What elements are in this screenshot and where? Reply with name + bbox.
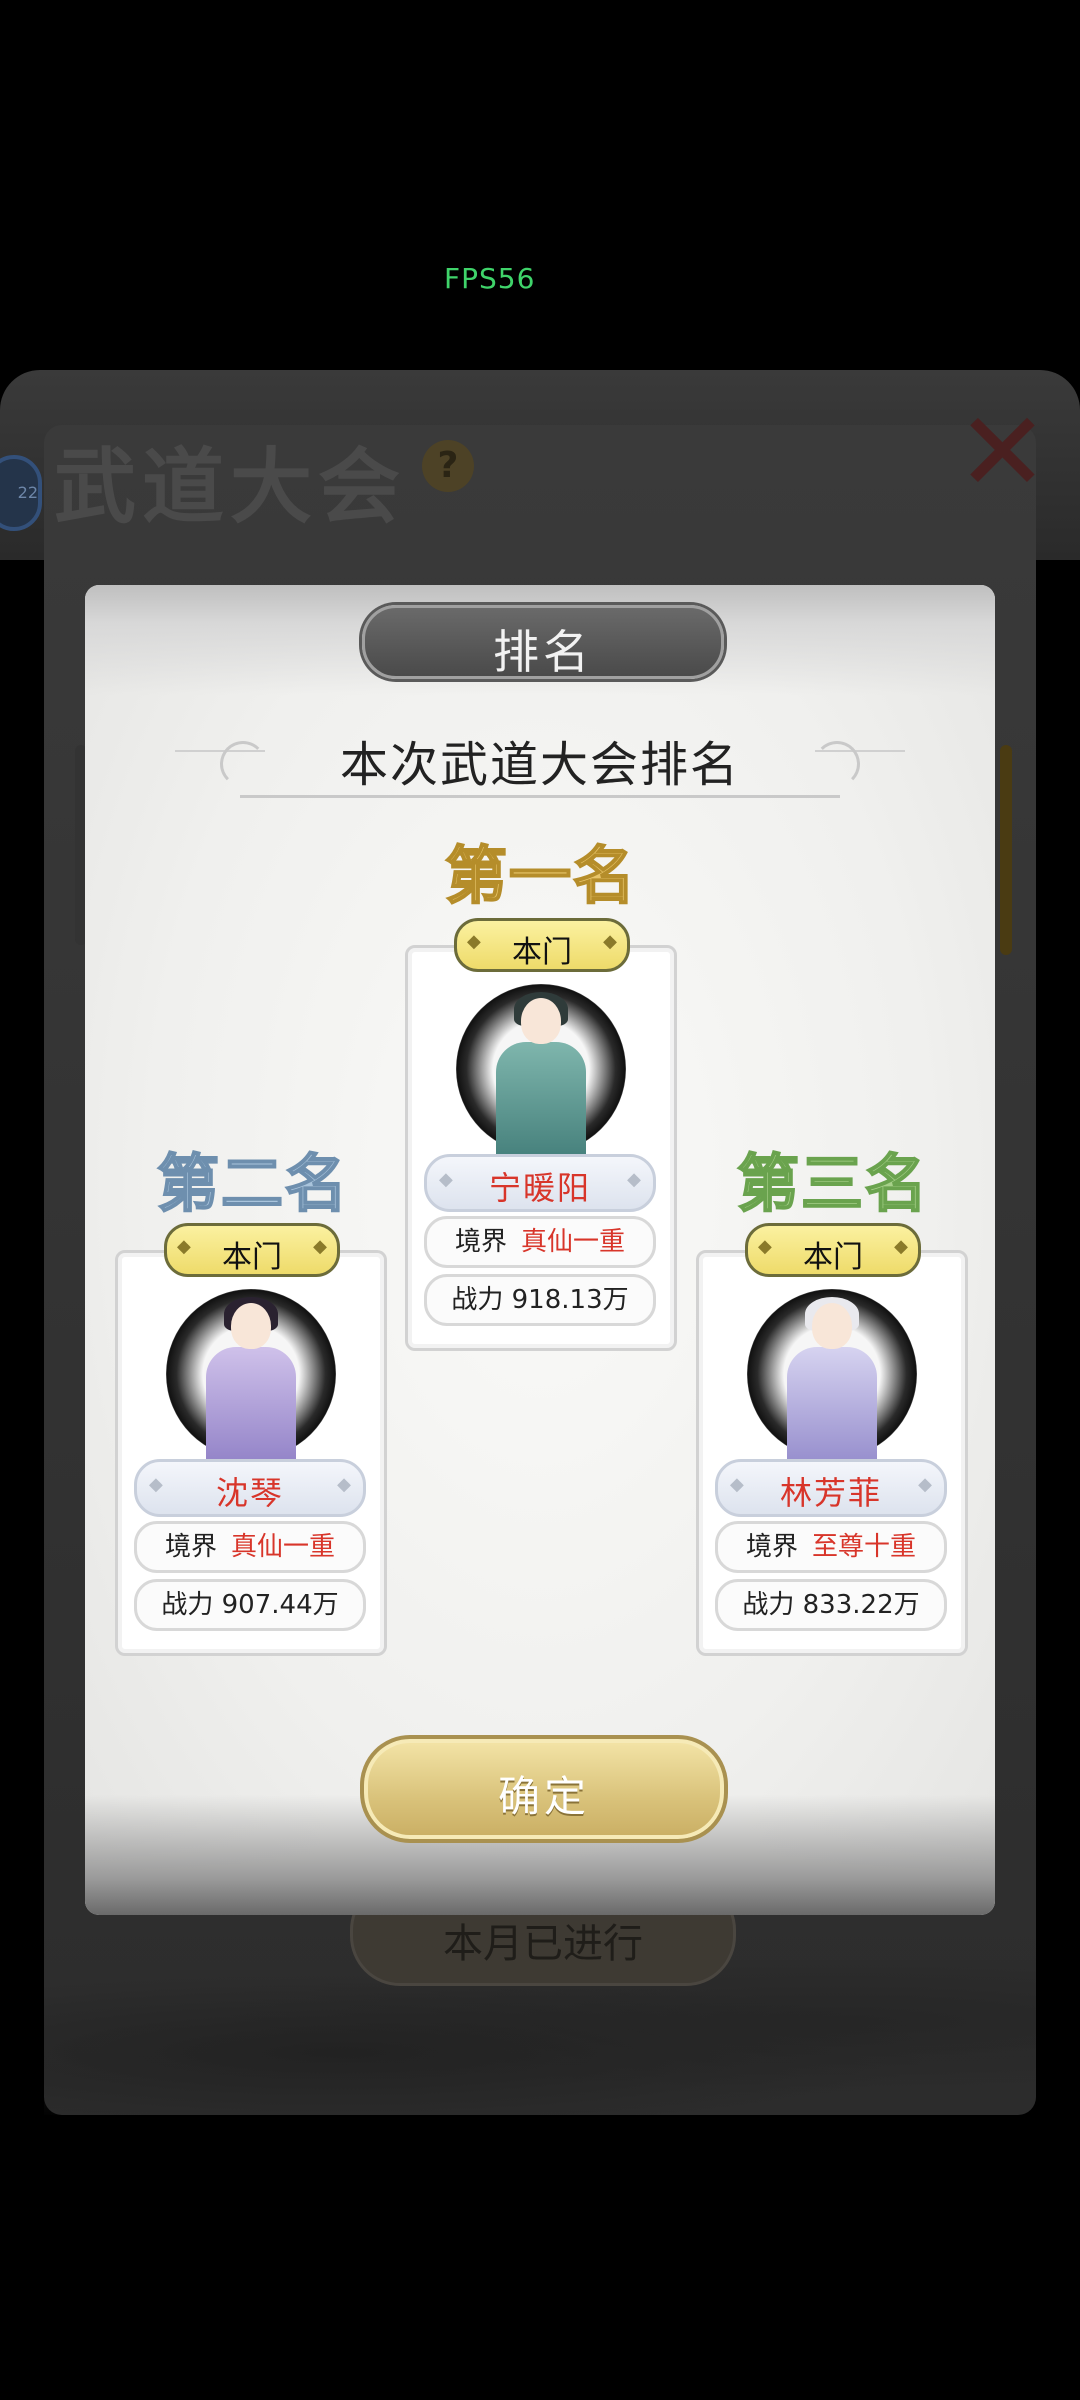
close-icon[interactable]: ✕ bbox=[955, 397, 1050, 507]
help-icon[interactable]: ? bbox=[422, 440, 474, 492]
player-portrait bbox=[727, 1279, 937, 1469]
character-figure bbox=[206, 1297, 296, 1469]
rank-label-third: 第三名 bbox=[736, 1146, 930, 1221]
sect-tag: 本门 bbox=[454, 918, 630, 972]
player-card-third[interactable]: 本门 林芳菲 境界至尊十重 战力 833.22万 bbox=[696, 1223, 968, 1656]
confirm-button[interactable]: 确定 bbox=[360, 1735, 728, 1843]
avatar[interactable]: 22 bbox=[0, 455, 42, 531]
robe bbox=[206, 1347, 296, 1469]
player-name: 林芳菲 bbox=[779, 1474, 882, 1512]
robe bbox=[496, 1042, 586, 1164]
power-pill: 战力 833.22万 bbox=[715, 1579, 947, 1631]
realm-label: 境界 bbox=[454, 1227, 507, 1257]
sect-tag-label: 本门 bbox=[803, 1240, 863, 1275]
dialog-title-plate: 排名 bbox=[362, 605, 724, 679]
player-card-second[interactable]: 本门 沈琴 境界真仙一重 战力 907.44万 bbox=[115, 1223, 387, 1656]
head bbox=[231, 1303, 271, 1349]
rank-label-second: 第二名 bbox=[156, 1146, 350, 1221]
realm-pill: 境界 至尊十重 bbox=[715, 1521, 947, 1573]
character-figure bbox=[496, 992, 586, 1164]
name-plate: 沈琴 bbox=[134, 1459, 366, 1517]
head bbox=[812, 1303, 852, 1349]
name-plate: 林芳菲 bbox=[715, 1459, 947, 1517]
dialog-subtitle: 本次武道大会排名 bbox=[339, 737, 740, 793]
player-name: 沈琴 bbox=[215, 1474, 284, 1512]
player-card-first[interactable]: 本门 宁暖阳 境界真仙一重 战力 918.13万 bbox=[405, 918, 677, 1351]
rank-label-first: 第一名 bbox=[444, 838, 638, 913]
realm-value: 真仙一重 bbox=[521, 1227, 626, 1257]
realm-label: 境界 bbox=[745, 1532, 798, 1562]
realm-value: 真仙一重 bbox=[231, 1532, 336, 1562]
realm-label: 境界 bbox=[164, 1532, 217, 1562]
name-plate: 宁暖阳 bbox=[424, 1154, 656, 1212]
dialog-title: 排名 bbox=[493, 625, 593, 679]
power-pill: 战力 918.13万 bbox=[424, 1274, 656, 1326]
robe bbox=[787, 1347, 877, 1469]
sect-tag: 本门 bbox=[745, 1223, 921, 1277]
ranking-dialog: 排名 本次武道大会排名 第一名 第二名 第三名 本门 宁暖阳 境界真仙一重 战力… bbox=[85, 585, 995, 1915]
realm-pill: 境界 真仙一重 bbox=[134, 1521, 366, 1573]
realm-pill: 境界 真仙一重 bbox=[424, 1216, 656, 1268]
sect-tag: 本门 bbox=[164, 1223, 340, 1277]
sect-tag-label: 本门 bbox=[222, 1240, 282, 1275]
head bbox=[521, 998, 561, 1044]
confirm-button-label: 确定 bbox=[497, 1772, 590, 1821]
background-title: 武道大会 bbox=[54, 439, 407, 535]
player-portrait bbox=[146, 1279, 356, 1469]
background-frame-edge bbox=[1000, 745, 1012, 955]
realm-value: 至尊十重 bbox=[812, 1532, 917, 1562]
character-figure bbox=[787, 1297, 877, 1469]
month-progress-label: 本月已进行 bbox=[443, 1921, 643, 1967]
player-portrait bbox=[436, 974, 646, 1164]
player-name: 宁暖阳 bbox=[488, 1169, 591, 1207]
fps-counter: FPS56 bbox=[444, 262, 536, 295]
sect-tag-label: 本门 bbox=[512, 935, 572, 970]
power-pill: 战力 907.44万 bbox=[134, 1579, 366, 1631]
